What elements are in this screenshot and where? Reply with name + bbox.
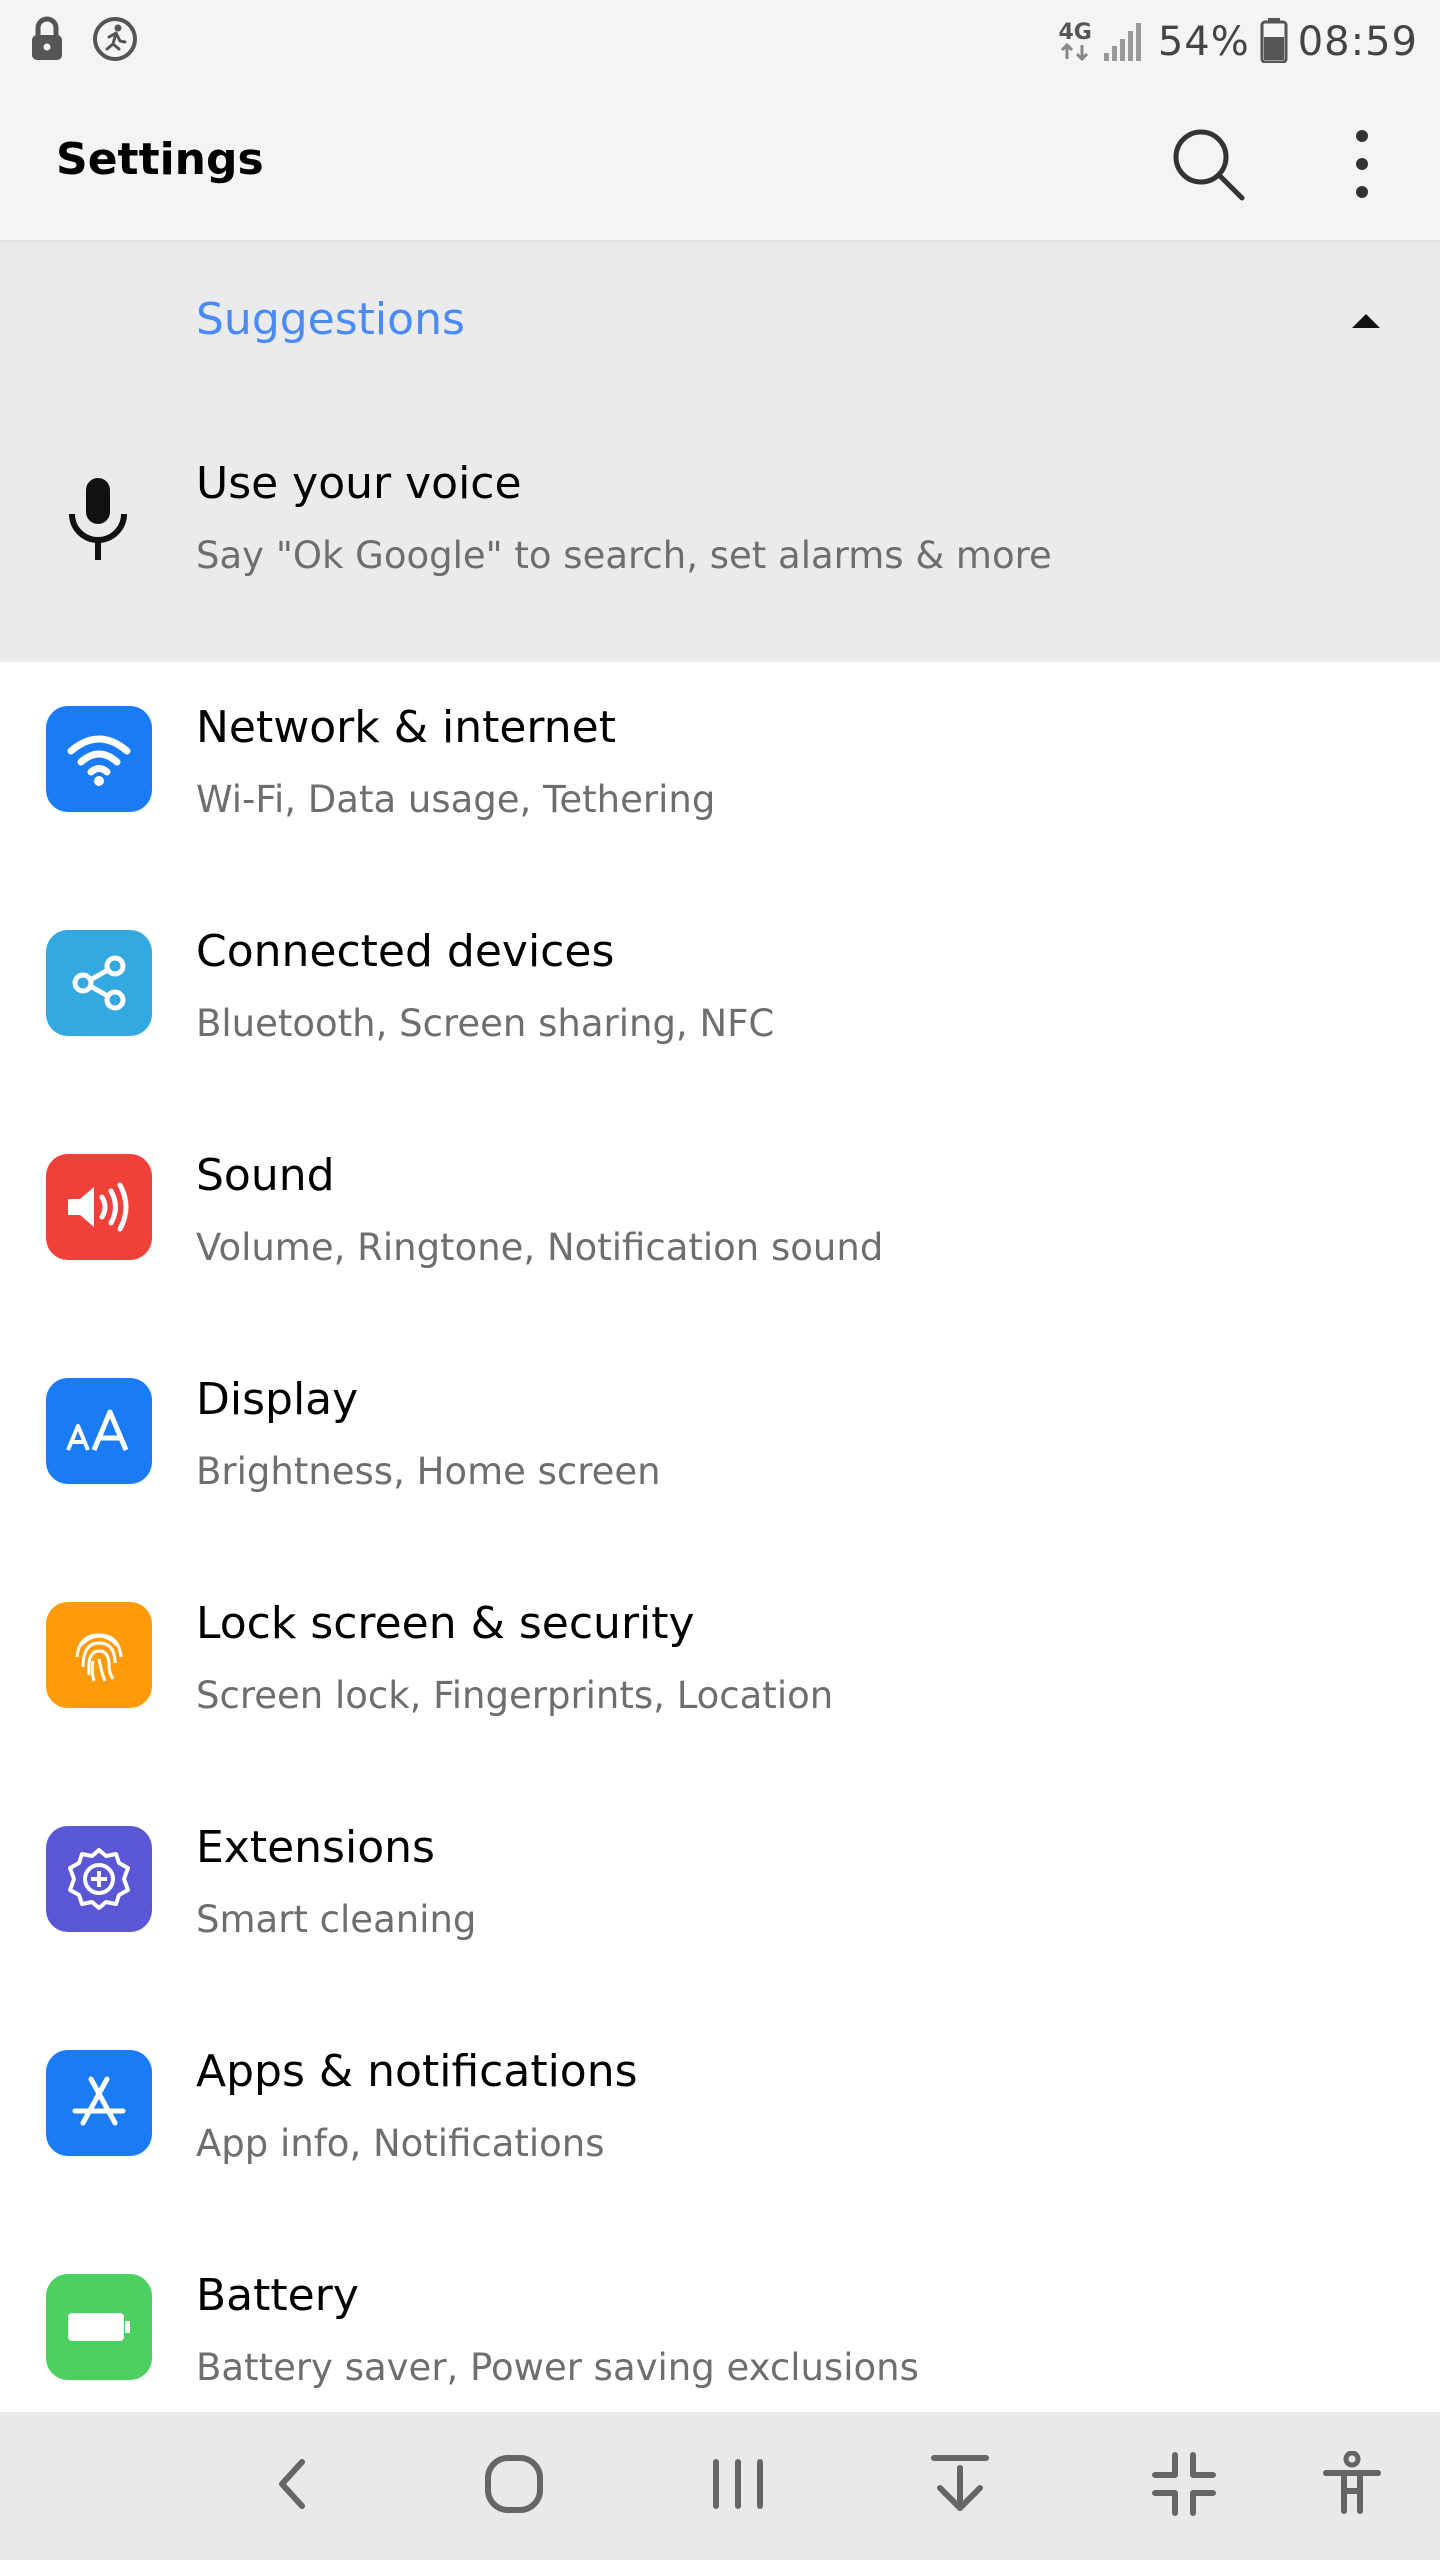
battery-icon <box>1260 17 1288 67</box>
settings-item-sound[interactable]: Sound Volume, Ringtone, Notification sou… <box>0 1114 1440 1338</box>
navigation-bar <box>0 2412 1440 2560</box>
collapse-button[interactable] <box>1144 2446 1224 2526</box>
suggestions-title: Suggestions <box>196 294 465 345</box>
settings-item-subtitle: Brightness, Home screen <box>196 1450 661 1493</box>
search-button[interactable] <box>1160 118 1256 214</box>
settings-item-title: Extensions <box>196 1822 435 1873</box>
collapse-icon <box>1151 2451 1217 2521</box>
settings-item-title: Network & internet <box>196 702 616 753</box>
signal-icon <box>1102 17 1148 67</box>
settings-item-subtitle: Wi-Fi, Data usage, Tethering <box>196 778 716 821</box>
suggestions-header[interactable]: Suggestions <box>0 242 1440 402</box>
speaker-icon <box>46 1154 152 1260</box>
settings-item-subtitle: Screen lock, Fingerprints, Location <box>196 1674 834 1717</box>
battery-percent: 54% <box>1157 19 1250 65</box>
page-title: Settings <box>56 134 264 185</box>
settings-item-title: Battery <box>196 2270 359 2321</box>
settings-item-title: Sound <box>196 1150 335 1201</box>
clock: 08:59 <box>1297 19 1418 65</box>
mic-icon <box>64 474 132 568</box>
settings-item-title: Apps & notifications <box>196 2046 638 2097</box>
download-icon <box>928 2452 992 2520</box>
settings-item-lock-screen[interactable]: Lock screen & security Screen lock, Fing… <box>0 1562 1440 1786</box>
settings-item-subtitle: Battery saver, Power saving exclusions <box>196 2346 919 2389</box>
gear-plus-icon <box>46 1826 152 1932</box>
settings-item-connected-devices[interactable]: Connected devices Bluetooth, Screen shar… <box>0 890 1440 1114</box>
suggestion-title: Use your voice <box>196 458 522 509</box>
back-button[interactable] <box>252 2446 332 2526</box>
text-size-icon <box>46 1378 152 1484</box>
settings-item-network[interactable]: Network & internet Wi-Fi, Data usage, Te… <box>0 666 1440 890</box>
download-button[interactable] <box>920 2446 1000 2526</box>
arrow-up-icon[interactable] <box>1352 312 1380 332</box>
recents-icon <box>708 2456 768 2516</box>
settings-item-title: Display <box>196 1374 359 1425</box>
settings-item-title: Connected devices <box>196 926 615 977</box>
share-icon <box>46 930 152 1036</box>
settings-item-title: Lock screen & security <box>196 1598 695 1649</box>
accessibility-icon <box>1322 2450 1382 2521</box>
accessibility-button[interactable] <box>1312 2446 1392 2526</box>
settings-item-subtitle: Smart cleaning <box>196 1898 477 1941</box>
wifi-icon <box>46 706 152 812</box>
battery-icon <box>46 2274 152 2380</box>
more-vert-icon <box>1352 128 1372 204</box>
status-bar: 4G 54% 08:59 <box>0 0 1440 84</box>
back-icon <box>272 2454 312 2518</box>
more-options-button[interactable] <box>1314 118 1410 214</box>
network-4g-icon: 4G <box>1058 22 1092 61</box>
suggestion-use-voice[interactable]: Use your voice Say "Ok Google" to search… <box>0 414 1440 634</box>
lock-icon <box>30 16 64 66</box>
settings-item-subtitle: App info, Notifications <box>196 2122 605 2165</box>
app-store-icon <box>46 2050 152 2156</box>
app-bar: Settings <box>0 84 1440 242</box>
settings-item-subtitle: Volume, Ringtone, Notification sound <box>196 1226 884 1269</box>
settings-item-apps[interactable]: Apps & notifications App info, Notificat… <box>0 2010 1440 2234</box>
home-icon <box>482 2452 546 2520</box>
settings-item-display[interactable]: Display Brightness, Home screen <box>0 1338 1440 1562</box>
recents-button[interactable] <box>698 2446 778 2526</box>
suggestion-subtitle: Say "Ok Google" to search, set alarms & … <box>196 534 1052 577</box>
settings-item-extensions[interactable]: Extensions Smart cleaning <box>0 1786 1440 2010</box>
search-icon <box>1168 124 1248 208</box>
running-person-icon <box>92 16 138 66</box>
fingerprint-icon <box>46 1602 152 1708</box>
suggestions-section: Suggestions Use your voice Say "Ok Googl… <box>0 242 1440 662</box>
settings-item-subtitle: Bluetooth, Screen sharing, NFC <box>196 1002 775 1045</box>
home-button[interactable] <box>474 2446 554 2526</box>
